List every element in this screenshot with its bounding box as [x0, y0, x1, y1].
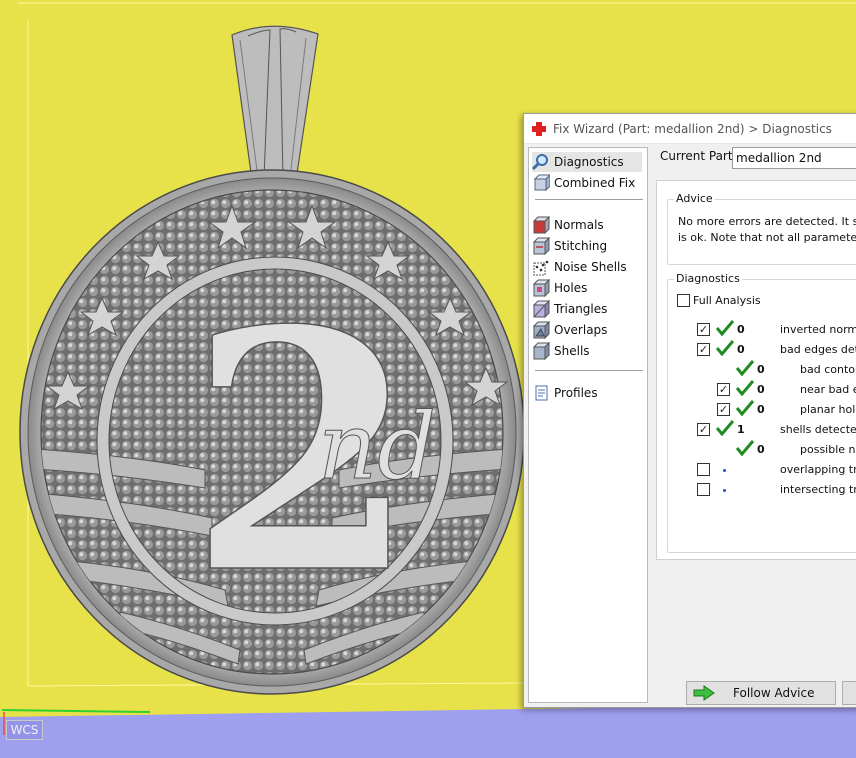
noise-shells-icon [533, 260, 549, 276]
nav-item-normals[interactable]: Normals [532, 215, 642, 235]
current-part-label: Current Part: [660, 149, 737, 163]
medal-suffix: nd [318, 393, 436, 500]
row-checkbox[interactable]: ✓ [697, 423, 710, 436]
nav-divider [535, 370, 643, 371]
nav-label: Shells [554, 344, 590, 358]
combined-fix-icon [533, 174, 550, 192]
error-count: 0 [737, 343, 745, 356]
nav-label: Overlaps [554, 323, 608, 337]
pending-dot-icon [723, 469, 726, 472]
profiles-icon [535, 385, 548, 401]
row-checkbox[interactable]: ✓ [697, 343, 710, 356]
diag-row-label: bad edges dete [780, 343, 856, 356]
nav-item-triangles[interactable]: Triangles [532, 299, 642, 319]
advice-line-1: No more errors are detected. It seem [678, 215, 856, 228]
nav-label: Stitching [554, 239, 608, 253]
advice-text: No more errors are detected. It seem is … [678, 214, 856, 246]
error-count: 1 [737, 423, 745, 436]
green-check-icon [736, 380, 754, 396]
window-title: Fix Wizard (Part: medallion 2nd) > Diagn… [553, 121, 832, 136]
diag-row-label: possible noi [800, 443, 856, 456]
diagnostics-panel: Advice No more errors are detected. It s… [656, 180, 856, 560]
error-count: 0 [757, 363, 765, 376]
axis-x [1, 709, 151, 713]
row-checkbox[interactable]: ✓ [697, 323, 710, 336]
advice-group: Advice No more errors are detected. It s… [667, 192, 856, 265]
advice-line-2: is ok. Note that not all parameters we [678, 231, 856, 244]
nav-item-holes[interactable]: Holes [532, 278, 642, 298]
row-checkbox[interactable]: ✓ [717, 403, 730, 416]
nav-label: Diagnostics [554, 155, 624, 169]
full-analysis-label: Full Analysis [693, 294, 761, 307]
normals-icon [532, 216, 550, 234]
full-analysis-checkbox[interactable] [677, 294, 690, 307]
triangles-icon [532, 300, 550, 318]
medal-body: 2 nd [19, 169, 525, 695]
nav-item-overlaps[interactable]: Overlaps [532, 320, 642, 340]
green-check-icon [736, 360, 754, 376]
medal-bail [231, 25, 319, 181]
shells-icon [532, 342, 550, 360]
diag-row-label: intersecting tria [780, 483, 856, 496]
diag-row-label: near bad ec [800, 383, 856, 396]
error-count: 0 [757, 383, 765, 396]
diag-row-label: planar holes [800, 403, 856, 416]
diag-row-label: shells detected [780, 423, 856, 436]
error-count: 0 [757, 443, 765, 456]
nav-label: Noise Shells [554, 260, 627, 274]
nav-divider [535, 199, 643, 200]
red-cross-icon [532, 121, 546, 136]
error-count: 0 [757, 403, 765, 416]
diagnostics-group: Diagnostics Full Analysis ✓ 0 inverted n… [667, 272, 856, 553]
nav-item-profiles[interactable]: Profiles [532, 383, 642, 403]
magnifier-icon [532, 154, 548, 171]
advice-legend: Advice [674, 192, 715, 205]
stitching-icon [532, 237, 550, 255]
fix-wizard-window[interactable]: Fix Wizard (Part: medallion 2nd) > Diagn… [523, 113, 856, 708]
overlaps-icon [532, 321, 550, 339]
nav-label: Holes [554, 281, 588, 295]
error-count: 0 [737, 323, 745, 336]
green-check-icon [736, 400, 754, 416]
holes-icon [532, 279, 550, 297]
nav-item-noise-shells[interactable]: Noise Shells [532, 257, 642, 277]
nav-label: Combined Fix [554, 176, 636, 190]
wcs-label: WCS [6, 720, 43, 740]
row-checkbox[interactable]: ✓ [717, 383, 730, 396]
nav-label: Profiles [554, 386, 598, 400]
nav-item-diagnostics[interactable]: Diagnostics [532, 152, 642, 172]
green-check-icon [716, 420, 734, 436]
follow-advice-label: Follow Advice [733, 686, 815, 700]
wizard-body: Diagnostics Combined Fix Normals Stitchi… [524, 144, 856, 707]
nav-item-combined-fix[interactable]: Combined Fix [532, 173, 642, 193]
title-bar[interactable]: Fix Wizard (Part: medallion 2nd) > Diagn… [524, 114, 856, 144]
nav-label: Triangles [554, 302, 608, 316]
green-check-icon [716, 340, 734, 356]
diagnostics-legend: Diagnostics [674, 272, 742, 285]
diag-row-label: overlapping tria [780, 463, 856, 476]
diag-row-label: inverted normal [780, 323, 856, 336]
nav-item-stitching[interactable]: Stitching [532, 236, 642, 256]
nav-label: Normals [554, 218, 604, 232]
diag-row-label: bad contour [800, 363, 856, 376]
green-check-icon [736, 440, 754, 456]
next-button[interactable] [842, 681, 856, 705]
nav-item-shells[interactable]: Shells [532, 341, 642, 361]
wizard-nav: Diagnostics Combined Fix Normals Stitchi… [528, 147, 648, 703]
green-arrow-icon [693, 685, 715, 701]
row-checkbox[interactable] [697, 463, 710, 476]
current-part-dropdown[interactable]: medallion 2nd [732, 147, 856, 169]
pending-dot-icon [723, 489, 726, 492]
follow-advice-button[interactable]: Follow Advice [686, 681, 836, 705]
green-check-icon [716, 320, 734, 336]
row-checkbox[interactable] [697, 483, 710, 496]
